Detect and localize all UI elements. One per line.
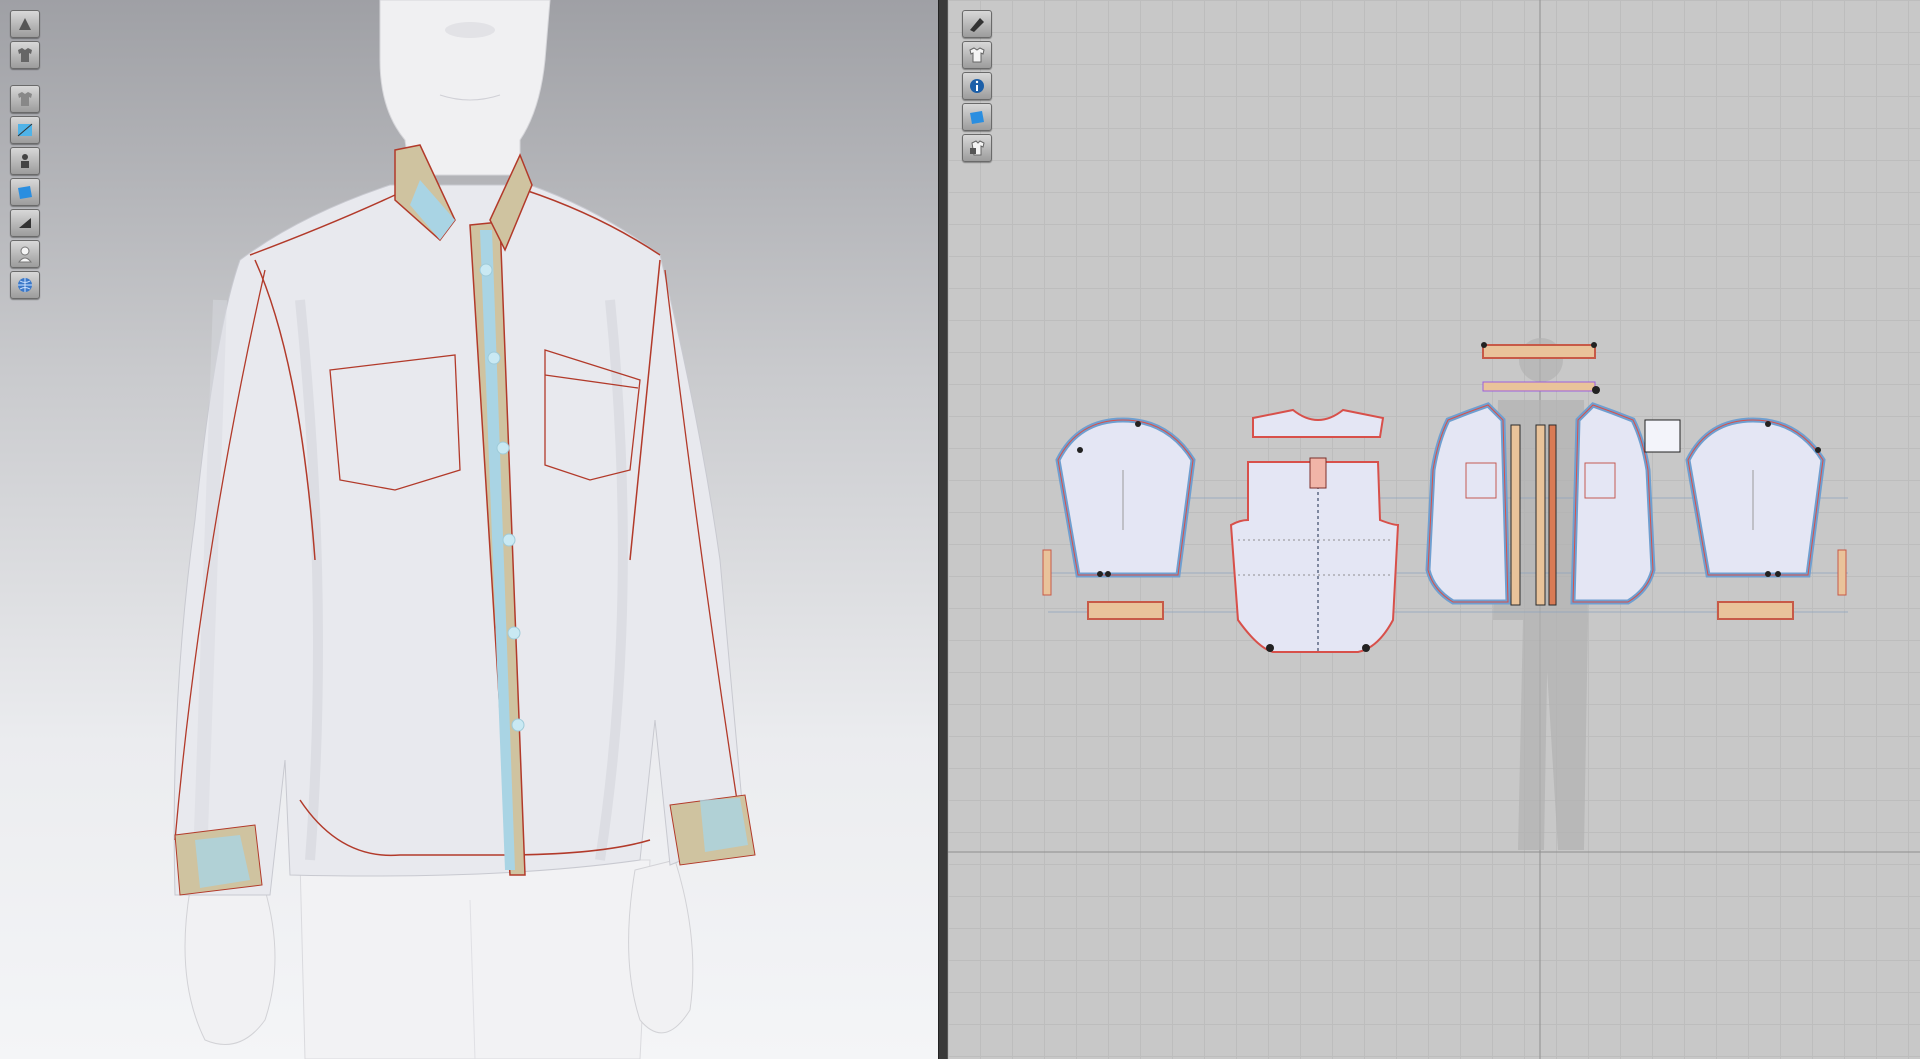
3d-view-toolbar [10,10,40,299]
garment-texture-icon[interactable] [10,116,40,144]
show-shirt-icon[interactable] [962,41,992,69]
fabric-blue-icon[interactable] [10,178,40,206]
avatar-silhouette-icon[interactable] [10,240,40,268]
2d-pattern-viewport[interactable] [948,0,1920,1059]
show-pattern-icon[interactable] [962,10,992,38]
fabric-blue-icon[interactable] [962,103,992,131]
avatar-shaded-icon[interactable] [10,85,40,113]
info-icon[interactable] [962,72,992,100]
pattern-back[interactable] [1229,457,1400,653]
garment-dark-icon[interactable] [10,209,40,237]
pattern-yoke[interactable] [1252,408,1385,438]
3d-viewport[interactable] [0,0,938,1059]
shirt-3d[interactable] [173,144,756,896]
pattern-sleeve-left[interactable] [1055,417,1196,578]
2d-pattern-scene[interactable] [948,0,1920,1059]
2d-view-toolbar [962,10,992,162]
lock-shirt-icon[interactable] [962,134,992,162]
viewport-splitter[interactable] [938,0,948,1059]
pattern-sleeve-right[interactable] [1685,417,1826,578]
avatar-solid-icon[interactable] [10,147,40,175]
3d-garment-scene[interactable] [0,0,938,1059]
pattern-front-right[interactable] [1535,402,1656,606]
show-avatar-icon[interactable] [10,10,40,38]
globe-grid-icon[interactable] [10,271,40,299]
pattern-pocket[interactable] [1644,419,1681,453]
show-garment-icon[interactable] [10,41,40,69]
